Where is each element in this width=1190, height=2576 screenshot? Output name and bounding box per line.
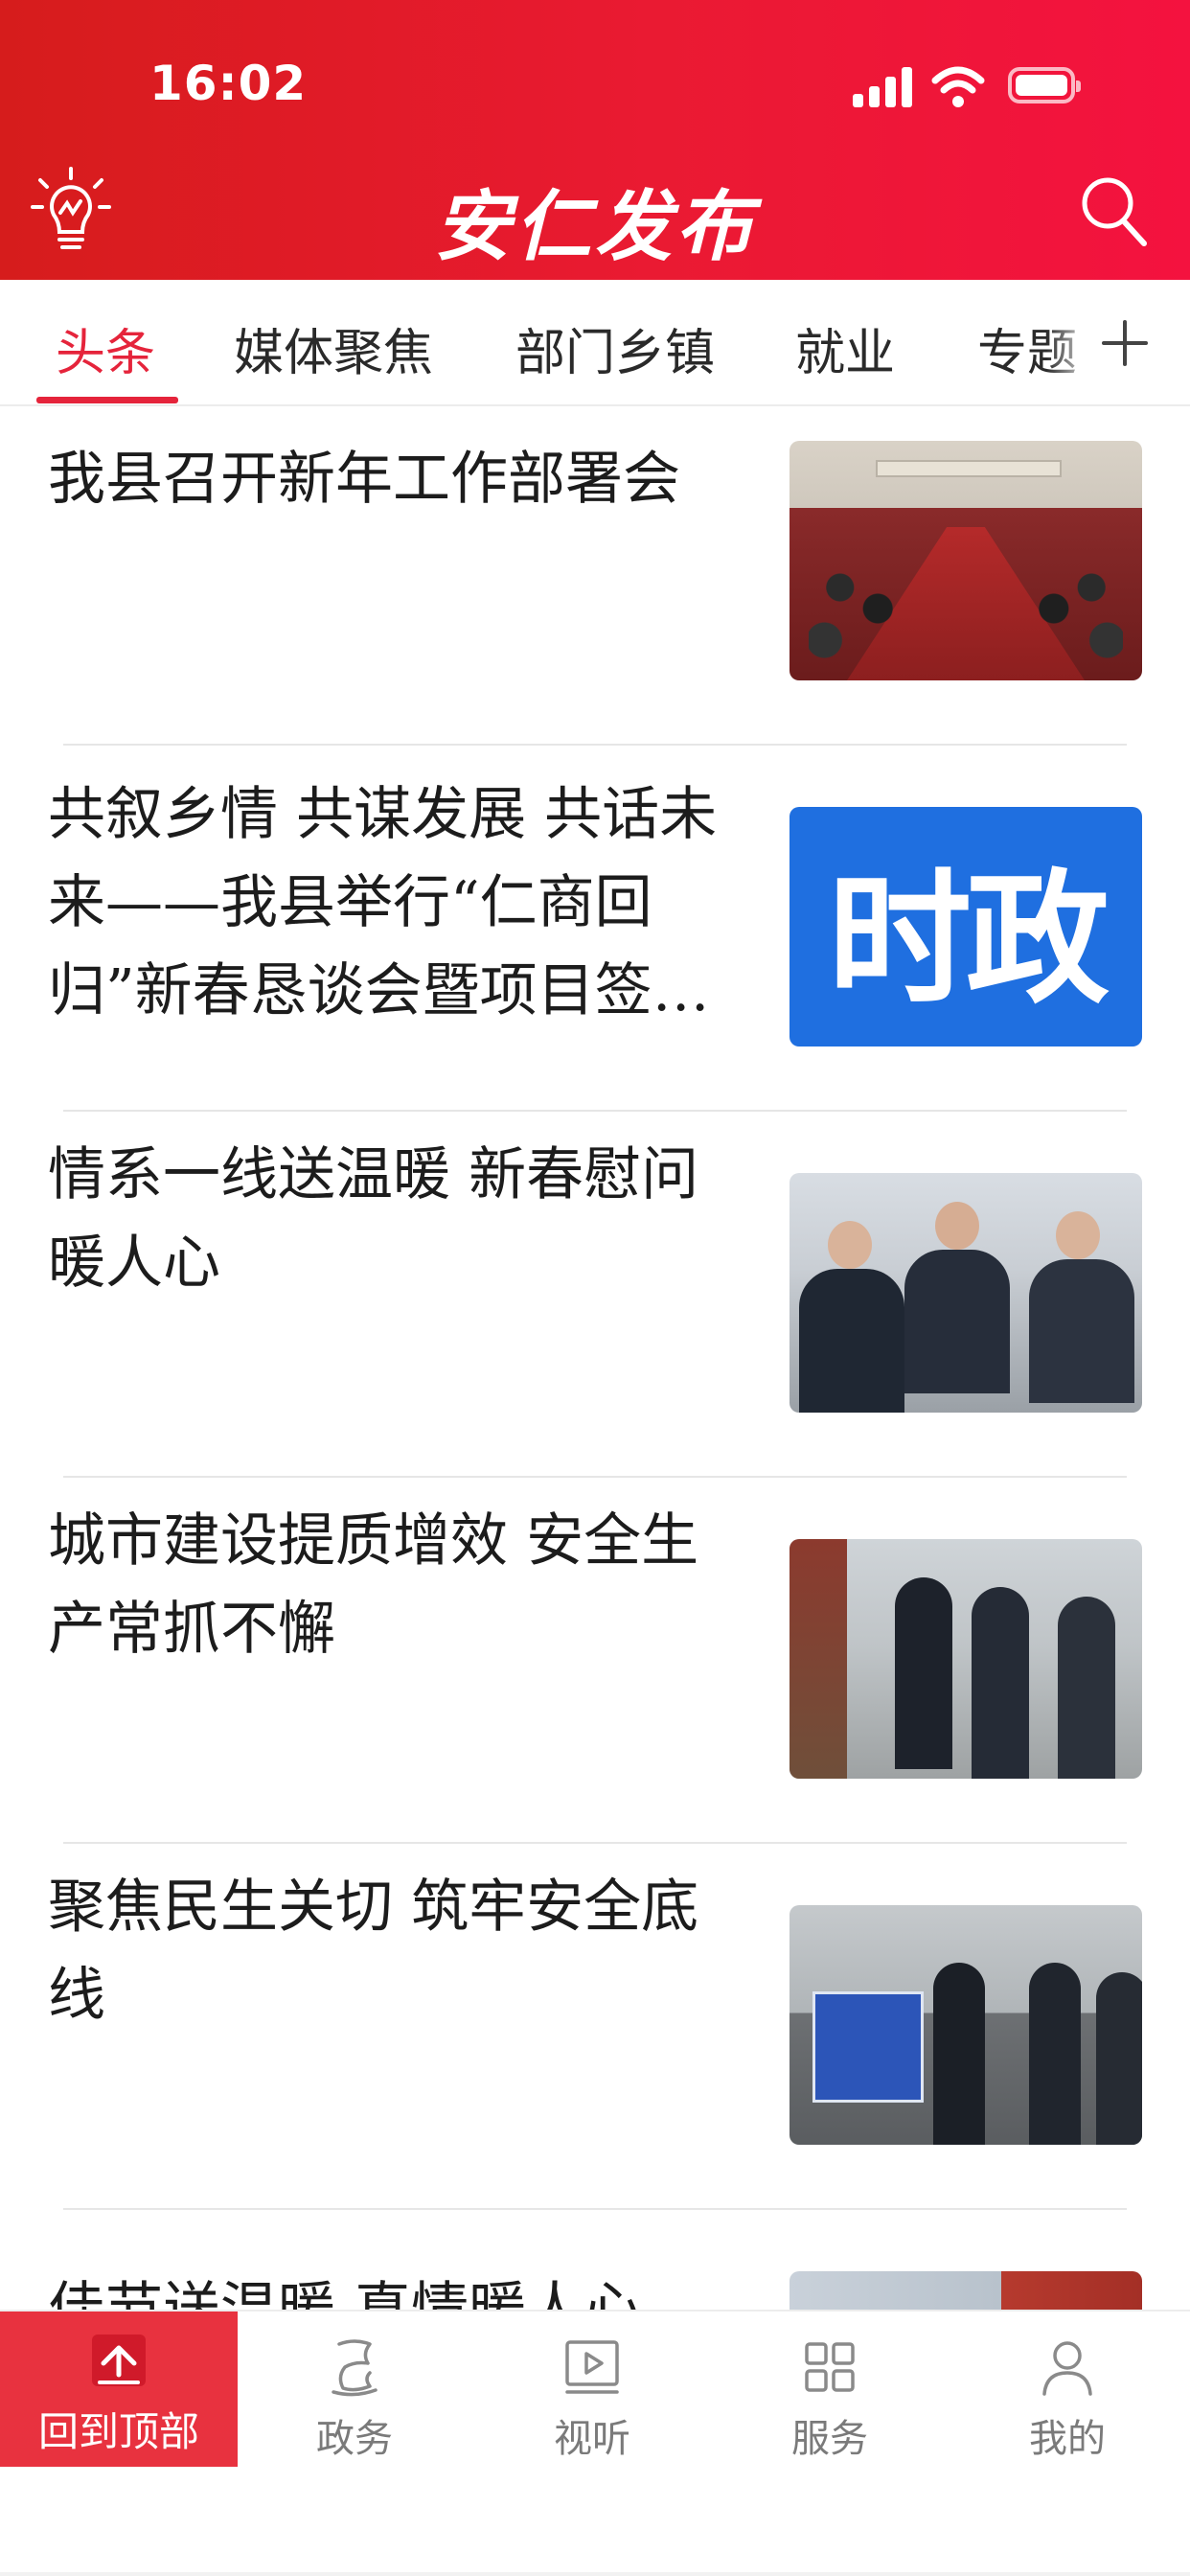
tab-employment[interactable]: 就业 (795, 312, 895, 384)
nav-profile[interactable]: 我的 (991, 2334, 1144, 2478)
play-video-icon (565, 2340, 619, 2394)
grid-services-icon (805, 2342, 855, 2392)
nav-label: 视听 (554, 2417, 630, 2461)
nav-label: 我的 (1029, 2417, 1106, 2461)
news-item[interactable]: 情系一线送温暖 新春慰问暖人心 (0, 1112, 1190, 1476)
cellular-signal-icon (853, 67, 914, 107)
arrow-up-icon (92, 2334, 146, 2386)
news-thumbnail[interactable] (790, 1905, 1142, 2145)
search-icon[interactable] (1077, 172, 1150, 249)
thumbnail-caption: 时政 (827, 856, 1110, 1024)
news-item[interactable]: 我县召开新年工作部署会 (0, 406, 1190, 744)
nav-government[interactable]: 政务 (278, 2334, 431, 2478)
tab-media-focus[interactable]: 媒体聚焦 (234, 312, 433, 384)
meeting-banner (876, 460, 1062, 477)
nav-label: 政务 (316, 2417, 393, 2461)
news-title[interactable]: 我县召开新年工作部署会 (48, 435, 738, 523)
lightbulb-icon[interactable] (29, 165, 113, 257)
back-to-top-label: 回到顶部 (37, 2408, 199, 2455)
news-title[interactable]: 城市建设提质增效 安全生产常抓不懈 (48, 1497, 738, 1673)
battery-icon (1008, 67, 1081, 104)
news-item[interactable]: 城市建设提质增效 安全生产常抓不懈 (0, 1478, 1190, 1842)
news-thumbnail[interactable]: 时政 (790, 807, 1142, 1046)
news-thumbnail[interactable] (790, 2271, 1142, 2310)
news-title[interactable]: 共叙乡情 共谋发展 共话未来——我县举行“仁商回归”新春恳谈会暨项目签… (48, 770, 738, 1035)
nav-label: 服务 (791, 2417, 868, 2461)
wifi-icon (931, 66, 985, 107)
news-item[interactable]: 共叙乡情 共谋发展 共话未来——我县举行“仁商回归”新春恳谈会暨项目签… 时政 (0, 746, 1190, 1110)
app-header: 16:02 安仁发布 (0, 0, 1190, 280)
news-title[interactable]: 佳节送温暖 真情暖人心 (48, 2266, 738, 2310)
back-to-top-button[interactable]: 回到顶部 (0, 2312, 238, 2467)
government-icon (332, 2339, 378, 2397)
nav-services[interactable]: 服务 (753, 2334, 906, 2478)
nav-audio-video[interactable]: 视听 (515, 2334, 669, 2478)
plus-icon[interactable] (1100, 318, 1150, 368)
category-tabs: 头条 媒体聚焦 部门乡镇 就业 专题 (0, 280, 1190, 406)
news-title[interactable]: 聚焦民生关切 筑牢安全底线 (48, 1863, 738, 2039)
status-time: 16:02 (149, 56, 308, 111)
home-indicator (0, 2572, 1190, 2576)
news-thumbnail[interactable] (790, 441, 1142, 680)
news-thumbnail[interactable] (790, 1173, 1142, 1413)
user-icon (1042, 2341, 1092, 2396)
tab-headlines[interactable]: 头条 (56, 312, 155, 384)
news-title[interactable]: 情系一线送温暖 新春慰问暖人心 (48, 1131, 738, 1307)
active-tab-indicator (36, 397, 178, 403)
tab-departments-towns[interactable]: 部门乡镇 (515, 312, 715, 384)
news-item[interactable]: 佳节送温暖 真情暖人心 (0, 2210, 1190, 2310)
app-title: 安仁发布 (434, 181, 756, 271)
news-thumbnail[interactable] (790, 1539, 1142, 1779)
news-item[interactable]: 聚焦民生关切 筑牢安全底线 (0, 1844, 1190, 2208)
